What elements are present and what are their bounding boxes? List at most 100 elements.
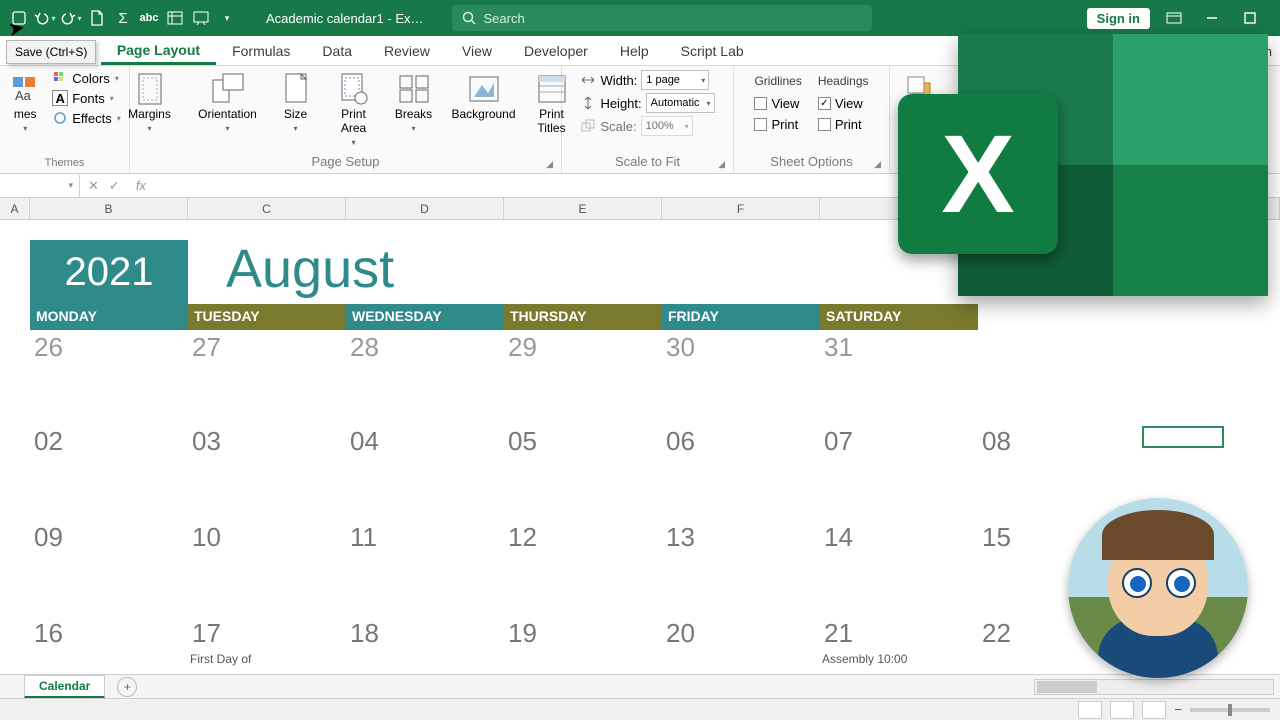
date-cell[interactable]: 02	[30, 424, 188, 514]
date-cell[interactable]: 28	[346, 330, 504, 420]
new-file-icon[interactable]	[86, 7, 108, 29]
date-cell[interactable]: 27	[188, 330, 346, 420]
gridlines-print-checkbox[interactable]: Print	[754, 117, 801, 132]
day-header: SATURDAY	[820, 304, 978, 330]
date-cell[interactable]: 12	[504, 520, 662, 610]
zoom-out-icon[interactable]: −	[1174, 702, 1182, 717]
group-themes: Aa mes▾ Colors ▾ AFonts ▾ Effects ▾ Them…	[0, 66, 130, 173]
view-normal-icon[interactable]	[1078, 701, 1102, 719]
add-sheet-button[interactable]: +	[117, 677, 137, 697]
calendar-event: Assembly 10:00	[822, 652, 907, 666]
autosum-icon[interactable]: Σ	[112, 7, 134, 29]
search-input[interactable]	[484, 11, 862, 26]
scale-width-select[interactable]: 1 page	[641, 70, 709, 90]
print-area-button[interactable]: Print Area▾	[330, 70, 378, 147]
qat-customize-icon[interactable]: ▾	[216, 7, 238, 29]
calendar-event: First Day of	[190, 652, 251, 666]
date-cell[interactable]: 19	[504, 616, 662, 674]
redo-button[interactable]: ▾	[60, 7, 82, 29]
page-setup-launcher-icon[interactable]: ◢	[546, 159, 553, 170]
gridlines-column: Gridlines View Print	[754, 70, 801, 132]
date-cell[interactable]: 16	[30, 616, 188, 674]
day-header: TUESDAY	[188, 304, 346, 330]
date-cell[interactable]: 09	[30, 520, 188, 610]
maximize-button[interactable]	[1236, 4, 1264, 32]
spellcheck-icon[interactable]: abc	[138, 7, 160, 29]
tab-view[interactable]: View	[446, 37, 508, 65]
scale-launcher-icon[interactable]: ◢	[718, 159, 725, 170]
themes-button[interactable]: Aa mes▾	[8, 70, 42, 133]
tab-review[interactable]: Review	[368, 37, 446, 65]
orientation-button[interactable]: Orientation▾	[194, 70, 262, 133]
date-cell[interactable]: 10	[188, 520, 346, 610]
active-cell-indicator	[1142, 426, 1224, 448]
date-cell[interactable]: 07	[820, 424, 978, 514]
effects-button[interactable]: Effects ▾	[52, 110, 121, 126]
date-cell[interactable]: 05	[504, 424, 662, 514]
view-page-layout-icon[interactable]	[1110, 701, 1134, 719]
sheet-tab-calendar[interactable]: Calendar	[24, 675, 105, 698]
calendar-day-headers: MONDAY TUESDAY WEDNESDAY THURSDAY FRIDAY…	[30, 304, 1280, 330]
cancel-formula-icon[interactable]: ✕	[88, 178, 99, 194]
undo-button[interactable]: ▾	[34, 7, 56, 29]
scale-height-select[interactable]: Automatic	[646, 93, 715, 113]
date-cell[interactable]: 18	[346, 616, 504, 674]
search-icon	[462, 11, 476, 25]
group-sheet-options: Gridlines View Print Headings ✓View Prin…	[734, 66, 890, 173]
col-header-E[interactable]: E	[504, 198, 662, 219]
date-cell[interactable]: 11	[346, 520, 504, 610]
background-button[interactable]: Background	[450, 70, 518, 122]
scale-width-row: Width:1 page	[580, 70, 714, 90]
sign-in-button[interactable]: Sign in	[1087, 8, 1150, 29]
search-box[interactable]	[452, 5, 872, 31]
headings-print-checkbox[interactable]: Print	[818, 117, 869, 132]
gridlines-view-checkbox[interactable]: View	[754, 96, 801, 111]
margins-button[interactable]: Margins▾	[116, 70, 184, 133]
checkbox-icon	[818, 118, 831, 131]
horizontal-scrollbar[interactable]	[1034, 679, 1274, 695]
tab-help[interactable]: Help	[604, 37, 665, 65]
size-button[interactable]: Size▾	[272, 70, 320, 133]
fonts-button[interactable]: AFonts ▾	[52, 90, 121, 106]
headings-column: Headings ✓View Print	[818, 70, 869, 132]
calendar-month: August	[226, 238, 394, 300]
col-header-C[interactable]: C	[188, 198, 346, 219]
ribbon-display-icon[interactable]	[1160, 4, 1188, 32]
breaks-button[interactable]: Breaks▾	[388, 70, 440, 133]
date-cell[interactable]: 20	[662, 616, 820, 674]
col-header-A[interactable]: A	[0, 198, 30, 219]
avatar-overlay	[1068, 498, 1248, 678]
date-cell[interactable]: 29	[504, 330, 662, 420]
fx-icon[interactable]: fx	[136, 178, 146, 193]
date-cell[interactable]: 30	[662, 330, 820, 420]
minimize-button[interactable]	[1198, 4, 1226, 32]
sheet-options-launcher-icon[interactable]: ◢	[874, 159, 881, 170]
freeze-icon[interactable]	[164, 7, 186, 29]
col-header-F[interactable]: F	[662, 198, 820, 219]
tab-developer[interactable]: Developer	[508, 37, 604, 65]
date-cell[interactable]: 03	[188, 424, 346, 514]
background-icon	[467, 72, 501, 106]
view-page-break-icon[interactable]	[1142, 701, 1166, 719]
date-cell[interactable]: 26	[30, 330, 188, 420]
present-icon[interactable]	[190, 7, 212, 29]
title-bar: ▾ ▾ Σ abc ▾ Academic calendar1 - Ex… Sig…	[0, 0, 1280, 36]
tab-formulas[interactable]: Formulas	[216, 37, 306, 65]
margins-icon	[133, 72, 167, 106]
tab-data[interactable]: Data	[306, 37, 368, 65]
colors-button[interactable]: Colors ▾	[52, 70, 121, 86]
tab-page-layout[interactable]: Page Layout	[101, 36, 216, 65]
date-cell[interactable]: 14	[820, 520, 978, 610]
col-header-D[interactable]: D	[346, 198, 504, 219]
date-cell[interactable]: 04	[346, 424, 504, 514]
col-header-B[interactable]: B	[30, 198, 188, 219]
accept-formula-icon[interactable]: ✓	[109, 178, 120, 194]
zoom-slider[interactable]	[1190, 708, 1270, 712]
headings-view-checkbox[interactable]: ✓View	[818, 96, 869, 111]
date-cell[interactable]: 06	[662, 424, 820, 514]
date-cell[interactable]: 13	[662, 520, 820, 610]
date-cell[interactable]: 31	[820, 330, 978, 420]
tab-script-lab[interactable]: Script Lab	[665, 37, 760, 65]
name-box[interactable]: ▾	[0, 175, 80, 197]
scale-height-row: Height:Automatic	[580, 93, 714, 113]
